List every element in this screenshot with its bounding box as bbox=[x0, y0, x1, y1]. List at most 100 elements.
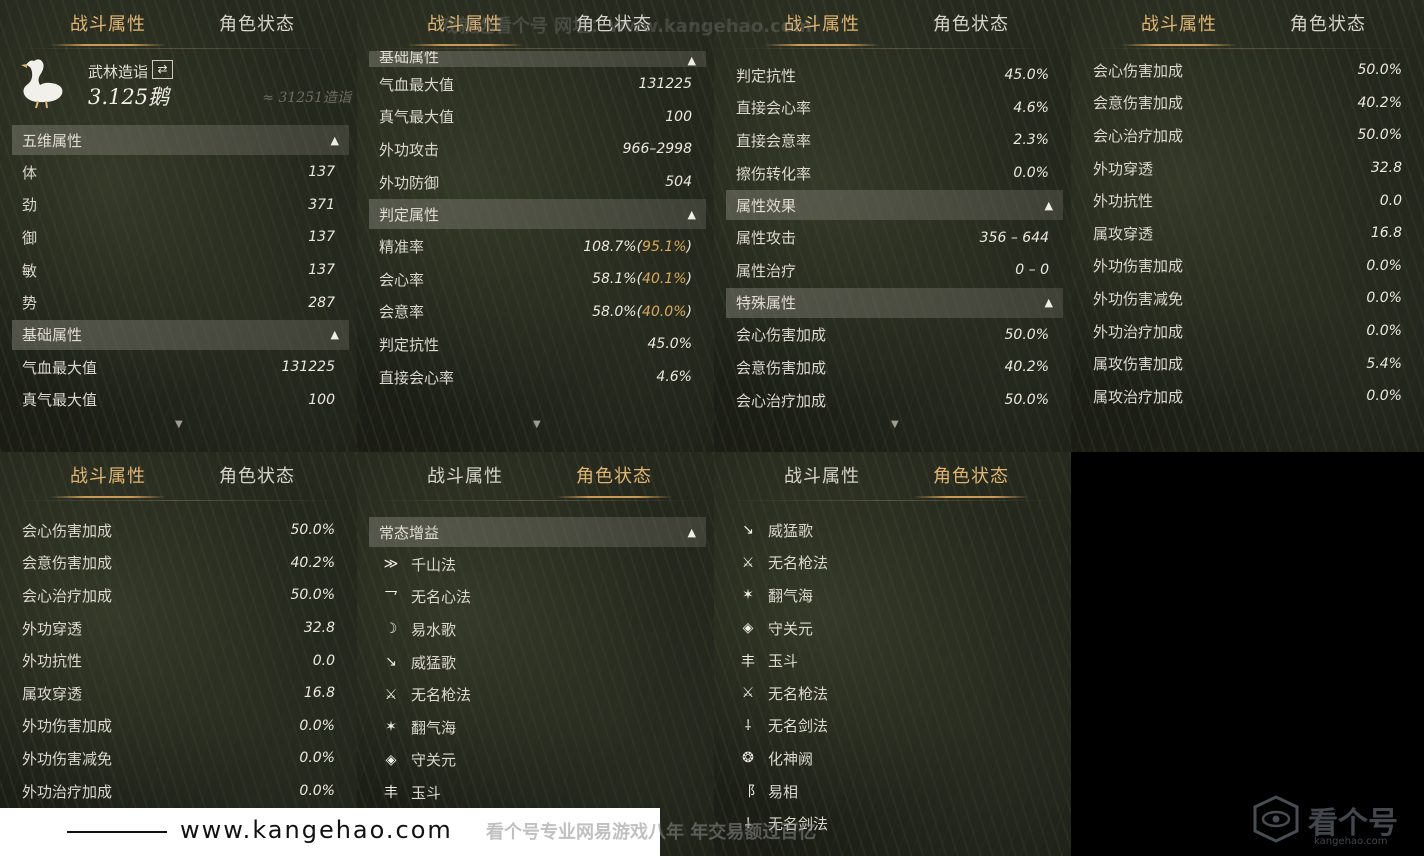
attr-row: 会心率 58.1%(40.1%) bbox=[369, 263, 706, 296]
attr-row: 属攻穿透 16.8 bbox=[12, 677, 349, 710]
attr-row: 判定抗性 45.0% bbox=[726, 59, 1063, 92]
tab-status[interactable]: 角色状态 bbox=[219, 462, 295, 488]
spirit2-icon: ❂ bbox=[742, 750, 754, 767]
buff-item[interactable]: ◈ 守关元 bbox=[369, 744, 706, 777]
attr-label: 外功伤害减免 bbox=[1093, 289, 1184, 308]
attr-label: 会心率 bbox=[379, 270, 425, 289]
tab-status[interactable]: 角色状态 bbox=[219, 10, 295, 36]
collapse-caret-icon[interactable]: ▲ bbox=[688, 208, 696, 221]
collapse-caret-icon[interactable]: ▲ bbox=[331, 328, 339, 341]
attr-label: 会意伤害加成 bbox=[22, 554, 113, 573]
attr-list: 判定抗性 45.0% 直接会心率 4.6% 直接会意率 2.3% 擦伤转化率 0.0% … bbox=[726, 59, 1063, 416]
buff-item[interactable]: ⚔ 无名枪法 bbox=[726, 547, 1063, 580]
attr-row: 外功伤害加成 0.0% bbox=[12, 710, 349, 743]
buff-item[interactable]: ↘ 威猛歌 bbox=[369, 646, 706, 679]
tab-combat[interactable]: 战斗属性 bbox=[1121, 10, 1237, 46]
buff-item[interactable]: ↘ 威猛歌 bbox=[726, 514, 1063, 547]
attr-value: 40.2% bbox=[1357, 94, 1402, 111]
buff-item[interactable]: 丰玉斗 bbox=[369, 776, 706, 809]
buff-label: 无名枪法 bbox=[768, 684, 829, 703]
attr-row: 属攻伤害加成 5.4% bbox=[1083, 347, 1416, 380]
attr-label: 直接会心率 bbox=[379, 368, 455, 387]
section-judge-attrs[interactable]: 判定属性 ▲ bbox=[369, 199, 706, 230]
tab-status[interactable]: 角色状态 bbox=[556, 462, 672, 498]
attr-value: 5.4% bbox=[1366, 355, 1402, 372]
collapse-caret-icon[interactable]: ▲ bbox=[688, 54, 696, 67]
buff-item[interactable]: ✶ 翻气海 bbox=[726, 579, 1063, 612]
section-five-attrs[interactable]: 五维属性 ▲ bbox=[12, 125, 349, 155]
dipper-icon: 丰 bbox=[384, 785, 398, 802]
buff-item[interactable]: ≫ 千山法 bbox=[369, 548, 706, 581]
section-label: 属性效果 bbox=[736, 196, 797, 215]
tab-combat[interactable]: 战斗属性 bbox=[50, 462, 166, 498]
buff-item[interactable]: ⺂无名心法 bbox=[369, 581, 706, 614]
buff-item[interactable]: ✶ 翻气海 bbox=[369, 711, 706, 744]
attr-row: 真气最大值 100 bbox=[369, 101, 706, 134]
sword-icon: ⸸ bbox=[744, 718, 752, 735]
attr-label: 外功伤害加成 bbox=[22, 717, 113, 736]
buff-label: 无名枪法 bbox=[768, 554, 829, 573]
attr-row: 体 137 bbox=[12, 156, 349, 189]
combat-panel-2: 战斗属性 角色状态 基础属性 ▲ 气血最大值 131225 真气最大值 100 外功… bbox=[357, 0, 714, 452]
attr-label: 外功攻击 bbox=[379, 140, 440, 159]
buff-item[interactable]: 丰玉斗 bbox=[726, 644, 1063, 677]
buff-label: 玉斗 bbox=[768, 652, 799, 671]
spear-icon: ⚔ bbox=[741, 685, 755, 702]
attr-row: 外功伤害加成 0.0% bbox=[1083, 250, 1416, 283]
watermark-top: 戏就选看个号 网址：www.kangehao.com bbox=[440, 16, 812, 37]
scroll-down-icon[interactable]: ▼ bbox=[891, 419, 899, 430]
section-label: 特殊属性 bbox=[736, 294, 797, 313]
buff-list: 常态增益 ▲ ≫ 千山法 ⺂无名心法 ☽ 易水歌 ↘ 威猛歌 ⚔ 无名枪法 ✶ 翻气海 ◈… bbox=[369, 516, 706, 809]
attr-row: 势 287 bbox=[12, 286, 349, 319]
buff-item[interactable]: ☽ 易水歌 bbox=[369, 613, 706, 646]
figure-icon: ⺂ bbox=[384, 589, 398, 606]
attr-value-effective: 95.1% bbox=[642, 238, 687, 255]
shield-icon: ◈ bbox=[385, 751, 397, 768]
buff-label: 翻气海 bbox=[768, 586, 814, 605]
buff-item[interactable]: ⸸ 无名剑法 bbox=[726, 710, 1063, 743]
attr-value: 137 bbox=[308, 262, 335, 279]
attr-label: 判定抗性 bbox=[379, 335, 440, 354]
buff-item[interactable]: ⻏易相 bbox=[726, 775, 1063, 808]
attr-value: 50.0% bbox=[1357, 127, 1402, 144]
attr-row: 直接会心率 4.6% bbox=[726, 92, 1063, 125]
attr-value: 137 bbox=[308, 229, 335, 246]
tab-status[interactable]: 角色状态 bbox=[1290, 10, 1366, 36]
attr-value: 45.0% bbox=[647, 336, 692, 353]
buff-item[interactable]: ◈ 守关元 bbox=[726, 612, 1063, 645]
dipper-icon: 丰 bbox=[741, 653, 755, 670]
scroll-down-icon[interactable]: ▼ bbox=[533, 419, 541, 430]
section-special-attrs[interactable]: 特殊属性 ▲ bbox=[726, 287, 1063, 318]
attr-label: 真气最大值 bbox=[379, 108, 455, 127]
tab-combat[interactable]: 战斗属性 bbox=[427, 462, 503, 488]
logo-domain: kangehao.com bbox=[1314, 836, 1388, 847]
watermark-slogan: 看个号专业网易游戏八年 年交易额过百亿 bbox=[486, 822, 817, 843]
section-buffs[interactable]: 常态增益 ▲ bbox=[369, 517, 706, 547]
section-basic-attrs[interactable]: 基础属性 ▲ bbox=[369, 51, 706, 67]
swap-icon[interactable]: ⇄ bbox=[152, 60, 173, 79]
collapse-caret-icon[interactable]: ▲ bbox=[1045, 296, 1053, 309]
buff-label: 易相 bbox=[768, 782, 799, 801]
tab-status[interactable]: 角色状态 bbox=[913, 462, 1029, 498]
tab-status[interactable]: 角色状态 bbox=[933, 10, 1009, 36]
collapse-caret-icon[interactable]: ▲ bbox=[331, 134, 339, 147]
section-effect-attrs[interactable]: 属性效果 ▲ bbox=[726, 190, 1063, 221]
section-label: 五维属性 bbox=[22, 131, 83, 150]
collapse-caret-icon[interactable]: ▲ bbox=[1045, 199, 1053, 212]
attr-label: 属性治疗 bbox=[736, 261, 797, 280]
collapse-caret-icon[interactable]: ▲ bbox=[688, 526, 696, 539]
buff-item[interactable]: ⚔ 无名枪法 bbox=[369, 678, 706, 711]
buff-item[interactable]: ❂ 化神阙 bbox=[726, 742, 1063, 775]
attr-label: 外功治疗加成 bbox=[1093, 322, 1184, 341]
attr-value: 100 bbox=[308, 391, 335, 408]
buff-item[interactable]: ⚔ 无名枪法 bbox=[726, 677, 1063, 710]
attr-value: 504 bbox=[665, 174, 692, 191]
attr-value-main: 108.7% bbox=[583, 238, 637, 255]
attr-row: 劲 371 bbox=[12, 189, 349, 222]
scroll-down-icon[interactable]: ▼ bbox=[175, 419, 183, 430]
tab-combat[interactable]: 战斗属性 bbox=[784, 462, 860, 488]
section-basic-attrs[interactable]: 基础属性 ▲ bbox=[12, 319, 349, 350]
attr-value: 16.8 bbox=[303, 685, 335, 702]
attr-label: 外功防御 bbox=[379, 173, 440, 192]
tab-combat[interactable]: 战斗属性 bbox=[50, 10, 166, 46]
